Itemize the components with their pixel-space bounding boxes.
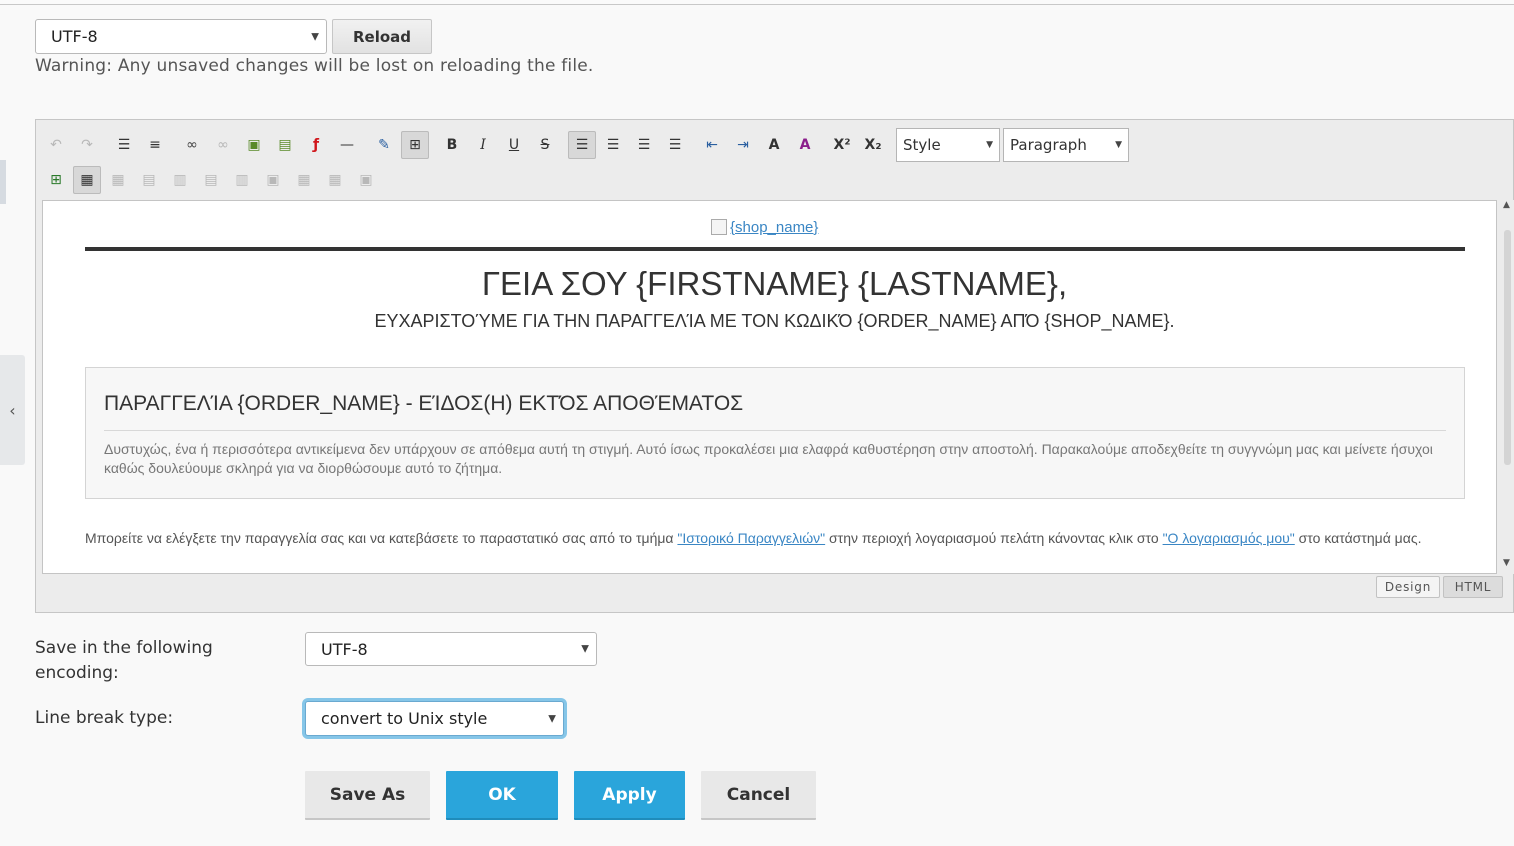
bold-icon[interactable]: B — [438, 131, 466, 159]
row-before-icon[interactable]: ▤ — [135, 166, 163, 194]
collapse-panel-tab[interactable]: ‹ — [0, 355, 25, 465]
paragraph-select-value: Paragraph — [1010, 136, 1087, 154]
shop-logo-link[interactable]: {shop_name} — [711, 219, 818, 236]
toolbar-row-1: ↶ ↷ ☰ ≡ ∞ ∞ ▣ ▤ ƒ — ✎ ⊞ B I U S ☰ ☰ ☰ ☰ … — [42, 128, 1132, 162]
outdent-icon[interactable]: ⇤ — [698, 131, 726, 159]
order-history-link[interactable]: "Ιστορικό Παραγγελιών" — [677, 530, 825, 546]
flash-icon[interactable]: ƒ — [302, 131, 330, 159]
ok-button[interactable]: OK — [446, 771, 558, 820]
line-break-value: convert to Unix style — [321, 709, 488, 728]
scroll-up-icon[interactable]: ▲ — [1503, 200, 1510, 210]
text-color-icon[interactable]: A — [760, 131, 788, 159]
horizontal-rule-icon[interactable]: — — [333, 131, 361, 159]
split-cells-icon[interactable]: ▦ — [321, 166, 349, 194]
col-after-icon[interactable]: ▥ — [228, 166, 256, 194]
align-left-icon[interactable]: ☰ — [568, 131, 596, 159]
subscript-icon[interactable]: X₂ — [859, 131, 887, 159]
out-of-stock-box: ΠΑΡΑΓΓΕΛΊΑ {ORDER_NAME} - ΕΊΔΟΣ(Η) ΕΚΤΌΣ… — [85, 367, 1465, 499]
unlink-icon[interactable]: ∞ — [209, 131, 237, 159]
header-rule — [85, 247, 1465, 251]
file-encoding-select[interactable]: UTF-8 ▼ — [35, 19, 327, 54]
col-before-icon[interactable]: ▥ — [166, 166, 194, 194]
paragraph-select[interactable]: Paragraph ▼ — [1003, 128, 1129, 162]
apply-button[interactable]: Apply — [574, 771, 685, 820]
image-icon[interactable]: ▣ — [240, 131, 268, 159]
redo-icon[interactable]: ↷ — [73, 131, 101, 159]
image-manager-icon[interactable]: ▤ — [271, 131, 299, 159]
chevron-down-icon: ▼ — [986, 140, 993, 150]
thanks-subheading: ΕΥΧΑΡΙΣΤΟΎΜΕ ΓΙΑ ΤΗΝ ΠΑΡΑΓΓΕΛΊΑ ΜΕ ΤΟΝ Κ… — [374, 311, 1175, 331]
style-select[interactable]: Style ▼ — [896, 128, 1000, 162]
chevron-down-icon: ▼ — [548, 713, 556, 724]
shop-logo-alt: {shop_name} — [730, 219, 819, 236]
unordered-list-icon[interactable]: ≡ — [141, 131, 169, 159]
line-break-select[interactable]: convert to Unix style ▼ — [305, 701, 564, 736]
reload-warning: Warning: Any unsaved changes will be los… — [35, 56, 594, 76]
italic-icon[interactable]: I — [469, 131, 497, 159]
edit-css-icon[interactable]: ✎ — [370, 131, 398, 159]
tab-html[interactable]: HTML — [1443, 576, 1503, 598]
align-center-icon[interactable]: ☰ — [599, 131, 627, 159]
save-encoding-label: Save in the following encoding: — [35, 638, 213, 683]
save-encoding-select[interactable]: UTF-8 ▼ — [305, 632, 597, 666]
chevron-left-icon: ‹ — [9, 400, 16, 420]
broken-image-icon — [711, 219, 727, 235]
undo-icon[interactable]: ↶ — [42, 131, 70, 159]
cancel-button[interactable]: Cancel — [701, 771, 816, 820]
underline-icon[interactable]: U — [500, 131, 528, 159]
chevron-down-icon: ▼ — [1115, 140, 1122, 150]
scrollbar-thumb[interactable] — [1504, 230, 1511, 465]
table-props-icon[interactable]: ▦ — [73, 166, 101, 194]
delete-row-icon[interactable]: ▣ — [259, 166, 287, 194]
merge-cells-icon[interactable]: ▣ — [352, 166, 380, 194]
box-divider — [104, 430, 1446, 431]
toolbar-row-2: ⊞ ▦ ▦ ▤ ▥ ▤ ▥ ▣ ▦ ▦ ▣ — [42, 164, 383, 196]
top-border — [0, 0, 1514, 5]
link-icon[interactable]: ∞ — [178, 131, 206, 159]
wysiwyg-editor: ↶ ↷ ☰ ≡ ∞ ∞ ▣ ▤ ƒ — ✎ ⊞ B I U S ☰ ☰ ☰ ☰ … — [35, 119, 1514, 613]
editor-content-area[interactable]: {shop_name} ΓΕΙΑ ΣΟΥ {FIRSTNAME} {LASTNA… — [42, 200, 1497, 574]
cell-props-icon[interactable]: ▦ — [104, 166, 132, 194]
row-after-icon[interactable]: ▤ — [197, 166, 225, 194]
align-right-icon[interactable]: ☰ — [630, 131, 658, 159]
superscript-icon[interactable]: X² — [828, 131, 856, 159]
chevron-down-icon: ▼ — [311, 31, 319, 42]
indent-icon[interactable]: ⇥ — [729, 131, 757, 159]
table-insert-icon[interactable]: ⊞ — [42, 166, 70, 194]
reload-button[interactable]: Reload — [332, 19, 432, 54]
ordered-list-icon[interactable]: ☰ — [110, 131, 138, 159]
strikethrough-icon[interactable]: S — [531, 131, 559, 159]
box-title: ΠΑΡΑΓΓΕΛΊΑ {ORDER_NAME} - ΕΊΔΟΣ(Η) ΕΚΤΌΣ… — [104, 392, 744, 415]
show-blocks-icon[interactable]: ⊞ — [401, 131, 429, 159]
delete-col-icon[interactable]: ▦ — [290, 166, 318, 194]
line-break-label: Line break type: — [35, 708, 174, 728]
order-history-paragraph: Μπορείτε να ελέγξετε την παραγγελία σας … — [85, 530, 1422, 546]
background-color-icon[interactable]: A — [791, 131, 819, 159]
file-encoding-value: UTF-8 — [51, 27, 98, 46]
box-text: Δυστυχώς, ένα ή περισσότερα αντικείμενα … — [104, 441, 1433, 476]
left-nav-strip — [0, 160, 6, 204]
editor-scrollbar[interactable]: ▲ ▼ — [1501, 200, 1514, 574]
chevron-down-icon: ▼ — [581, 643, 589, 655]
tab-design[interactable]: Design — [1376, 576, 1440, 598]
save-as-button[interactable]: Save As — [305, 771, 430, 820]
my-account-link[interactable]: "Ο λογαριασμός μου" — [1163, 530, 1295, 546]
greeting-heading: ΓΕΙΑ ΣΟΥ {FIRSTNAME} {LASTNAME}, — [481, 265, 1068, 302]
scroll-down-icon[interactable]: ▼ — [1503, 558, 1510, 568]
style-select-value: Style — [903, 136, 941, 154]
align-justify-icon[interactable]: ☰ — [661, 131, 689, 159]
save-encoding-value: UTF-8 — [321, 639, 368, 659]
